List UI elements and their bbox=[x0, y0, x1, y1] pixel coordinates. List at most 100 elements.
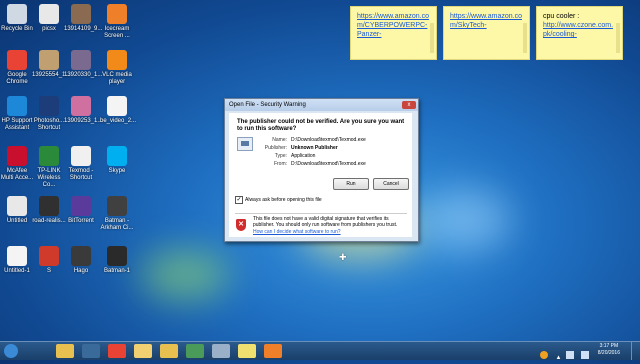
desktop-icon[interactable]: be_video_2... bbox=[100, 96, 137, 125]
recycle-bin-icon bbox=[7, 4, 27, 24]
desktop-icon[interactable]: Photosho... Shortcut bbox=[32, 96, 66, 132]
start-orb-icon[interactable] bbox=[4, 344, 18, 358]
desktop-icon[interactable]: 13909253_1... bbox=[64, 96, 103, 125]
field-value: Application bbox=[291, 153, 316, 159]
sticky-notes-icon[interactable] bbox=[238, 344, 256, 358]
blank-file-icon bbox=[7, 246, 27, 266]
image-file-icon bbox=[39, 4, 59, 24]
notes-icon[interactable] bbox=[134, 344, 152, 358]
desktop-icon-label: BitTorrent bbox=[68, 218, 94, 224]
sticky-note-scrollbar[interactable] bbox=[523, 23, 527, 53]
desktop-icon[interactable]: TP-LINK Wireless Co... bbox=[32, 146, 66, 189]
tray-icons: ▲ bbox=[540, 346, 592, 361]
dialog-question: The publisher could not be verified. Are… bbox=[237, 119, 405, 132]
desktop-icon-label: 13914109_9... bbox=[64, 26, 103, 32]
sticky-note-link[interactable]: https://www.amazon.com/SkyTech- bbox=[450, 13, 522, 29]
field-label: From: bbox=[273, 161, 287, 167]
desktop-icon[interactable]: BitTorrent bbox=[64, 196, 98, 225]
hago-icon bbox=[71, 246, 91, 266]
desktop-icon[interactable]: 13914109_9... bbox=[64, 4, 103, 33]
desktop-icon-label: Texmod - Shortcut bbox=[68, 168, 94, 181]
tray-expand-icon[interactable]: ▲ bbox=[555, 355, 561, 363]
desktop-icon-label: Batman-1 bbox=[103, 268, 130, 274]
cancel-button[interactable]: Cancel bbox=[373, 178, 409, 190]
wallpaper-glow bbox=[420, 190, 510, 250]
desktop-icon[interactable]: Hago bbox=[64, 246, 98, 275]
close-button[interactable]: x bbox=[402, 101, 416, 109]
photo-icon bbox=[71, 96, 91, 116]
photo-icon bbox=[107, 246, 127, 266]
desktop-icon[interactable]: Google Chrome bbox=[0, 50, 34, 86]
taskbar-clock[interactable]: 3:17 PM 8/20/2016 bbox=[598, 343, 620, 357]
desktop-icon[interactable]: road-realis... bbox=[32, 196, 66, 225]
desktop-icon[interactable]: picsx bbox=[32, 4, 66, 33]
photoshop-icon bbox=[39, 96, 59, 116]
sticky-note-link[interactable]: http://www.czone.com.pk/cooling- bbox=[543, 22, 613, 38]
show-desktop-button[interactable] bbox=[631, 342, 640, 360]
desktop-icon-label: Hago bbox=[73, 268, 89, 274]
desktop-icon[interactable]: Untitled-1 bbox=[0, 246, 34, 275]
field-label: Type: bbox=[274, 153, 287, 159]
tplink-icon bbox=[39, 146, 59, 166]
sticky-note-scrollbar[interactable] bbox=[430, 23, 434, 53]
dialog-body: The publisher could not be verified. Are… bbox=[229, 113, 412, 237]
tablet-icon[interactable] bbox=[212, 344, 230, 358]
screen-recorder-icon[interactable] bbox=[186, 344, 204, 358]
app-icon bbox=[39, 246, 59, 266]
batman-icon bbox=[107, 196, 127, 216]
desktop-icon[interactable]: Recycle Bin bbox=[0, 4, 34, 33]
sticky-note[interactable]: cpu cooler : http://www.czone.com.pk/coo… bbox=[536, 6, 623, 60]
desktop-icon-label: be_video_2... bbox=[100, 118, 137, 124]
clock-date: 8/20/2016 bbox=[597, 350, 620, 356]
desktop-icon[interactable]: Batman-1 bbox=[100, 246, 134, 275]
desktop-icon-label: Google Chrome bbox=[6, 72, 28, 85]
desktop-icon-label: S bbox=[46, 268, 51, 274]
photo-icon bbox=[39, 196, 59, 216]
warning-shield-icon: ✕ bbox=[236, 219, 246, 231]
desktop-icon-label: road-realis... bbox=[32, 218, 66, 224]
volume-icon[interactable] bbox=[581, 351, 590, 359]
desktop-icon[interactable]: Batman - Arkham Ci... bbox=[100, 196, 134, 232]
desktop-icon[interactable]: 13925554_1... bbox=[32, 50, 71, 79]
help-link[interactable]: How can I decide what software to run? bbox=[253, 229, 341, 235]
desktop-icon-label: 13909253_1... bbox=[64, 118, 103, 124]
sticky-note-title: cpu cooler : bbox=[543, 13, 580, 20]
desktop-icon-label: HP Support Assistant bbox=[1, 118, 33, 131]
vlc-icon bbox=[107, 50, 127, 70]
field-value: Unknown Publisher bbox=[291, 145, 338, 151]
desktop-icon[interactable]: 13920330_1... bbox=[64, 50, 102, 79]
skype-icon bbox=[107, 146, 127, 166]
dialog-titlebar[interactable]: Open File - Security Warning x bbox=[225, 99, 418, 111]
field-label: Name: bbox=[272, 137, 287, 143]
always-ask-checkbox[interactable]: ✓ bbox=[235, 196, 243, 204]
field-value: D:\Download\texmod\Texmod.exe bbox=[291, 161, 366, 167]
desktop-icon[interactable]: McAfee Multi Acce... bbox=[0, 146, 34, 182]
sticky-note-scrollbar[interactable] bbox=[616, 23, 620, 53]
desktop-icon-label: 13925554_1... bbox=[32, 72, 71, 78]
sticky-note[interactable]: https://www.amazon.com/SkyTech- bbox=[443, 6, 530, 60]
chrome-icon[interactable] bbox=[108, 344, 126, 358]
sticky-note-link[interactable]: https://www.amazon.com/CYBERPOWERPC-Panz… bbox=[357, 13, 429, 38]
taskbar: ▲ 3:17 PM 8/20/2016 bbox=[0, 341, 640, 361]
mouse-cursor-icon: ✚ bbox=[339, 252, 347, 262]
desktop-icon[interactable]: Icecream Screen ... bbox=[100, 4, 134, 40]
desktop-icon[interactable]: S bbox=[32, 246, 66, 275]
desktop-icon[interactable]: Skype bbox=[100, 146, 134, 175]
tray-app-icon[interactable] bbox=[540, 351, 548, 359]
icecream-icon[interactable] bbox=[264, 344, 282, 358]
desktop-icon[interactable]: Untitled bbox=[0, 196, 34, 225]
desktop-icon[interactable]: Texmod - Shortcut bbox=[64, 146, 98, 182]
media-player-icon[interactable] bbox=[82, 344, 100, 358]
photo-icon bbox=[71, 50, 91, 70]
folder-icon[interactable] bbox=[160, 344, 178, 358]
field-value: D:\Download\texmod\Texmod.exe bbox=[291, 137, 366, 143]
bittorrent-icon bbox=[71, 196, 91, 216]
desktop-icon[interactable]: HP Support Assistant bbox=[0, 96, 34, 132]
wallpaper-glow bbox=[140, 250, 230, 300]
desktop-icon-label: VLC media player bbox=[102, 72, 132, 85]
desktop-icon[interactable]: VLC media player bbox=[100, 50, 134, 86]
sticky-note[interactable]: https://www.amazon.com/CYBERPOWERPC-Panz… bbox=[350, 6, 437, 60]
run-button[interactable]: Run bbox=[333, 178, 369, 190]
explorer-folder-icon[interactable] bbox=[56, 344, 74, 358]
network-icon[interactable] bbox=[565, 351, 574, 359]
